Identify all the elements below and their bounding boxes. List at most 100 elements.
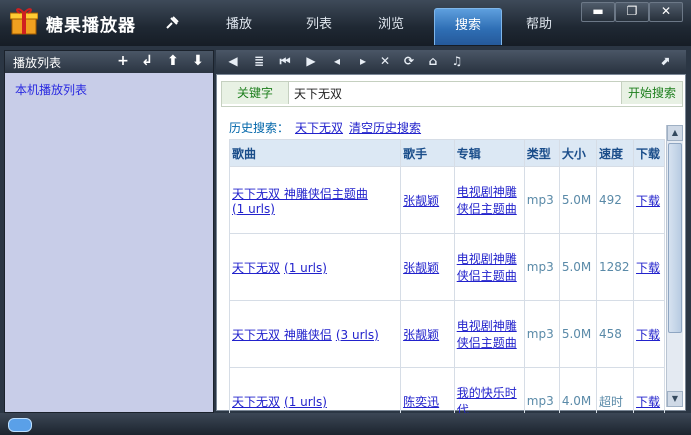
list-icon[interactable]: ≣ <box>250 52 268 70</box>
artist-cell: 张靓颖 <box>400 166 455 234</box>
song-cell: 天下无双 (1 urls) <box>228 233 402 301</box>
download-cell: 下载 <box>633 233 665 301</box>
song-link[interactable]: 天下无双 神雕侠侣 <box>232 328 332 342</box>
close-button[interactable]: ✕ <box>649 2 683 22</box>
playlist-panel: 播放列表 + ↲ ⬆ ⬇ 本机播放列表 <box>4 50 214 413</box>
app-title: 糖果播放器 <box>46 16 136 36</box>
list-item[interactable]: 本机播放列表 <box>15 81 87 98</box>
history-label: 历史搜索： <box>229 121 290 135</box>
urls-link[interactable]: (1 urls) <box>232 202 275 216</box>
tab-search[interactable]: 搜索 <box>434 8 502 45</box>
keyword-label: 关键字 <box>222 82 289 104</box>
down-arrow-icon[interactable]: ⬇ <box>190 53 206 69</box>
search-bar: 关键字 开始搜索 <box>221 81 683 107</box>
title-bar: 糖果播放器 播放 列表 浏览 搜索 帮助 ▬ ❐ ✕ <box>0 0 691 46</box>
restore-button[interactable]: ❐ <box>615 2 649 22</box>
gift-box-logo-icon <box>10 8 38 35</box>
urls-link[interactable]: (3 urls) <box>336 328 379 342</box>
urls-link[interactable]: (1 urls) <box>284 395 327 409</box>
loop-icon[interactable]: ↲ <box>139 53 155 69</box>
artist-link[interactable]: 张靓颖 <box>403 194 439 208</box>
artist-link[interactable]: 陈奕迅 <box>403 395 439 409</box>
download-link[interactable]: 下载 <box>636 328 660 342</box>
table-row: 天下无双 神雕侠侣主题曲 (1 urls) 张靓颖 电视剧神雕侠侣主题曲 mp3 … <box>228 166 665 234</box>
size-cell: 5.0M <box>558 233 597 301</box>
header-download[interactable]: 下载 <box>633 139 665 167</box>
delete-icon[interactable]: ✕ <box>376 52 394 70</box>
speed-cell: 458 <box>595 300 635 368</box>
header-type[interactable]: 类型 <box>523 139 560 167</box>
artist-cell: 张靓颖 <box>400 233 455 301</box>
scroll-thumb[interactable] <box>668 143 682 333</box>
table-row: 天下无双 (1 urls) 张靓颖 电视剧神雕侠侣主题曲 mp3 5.0M 128… <box>228 233 665 301</box>
download-link[interactable]: 下载 <box>636 395 660 409</box>
tab-list[interactable]: 列表 <box>290 8 348 44</box>
speed-cell: 1282 <box>595 233 635 301</box>
type-cell: mp3 <box>523 233 560 301</box>
results-table: 歌曲 歌手 专辑 类型 大小 速度 下载 天下无双 神雕侠侣主题曲 (1 urls… <box>228 139 665 435</box>
header-album[interactable]: 专辑 <box>453 139 525 167</box>
browser-toolbar: ◀ ≣ ⏮ ▶ ◂ ▸ ✕ ⟳ ⌂ ♫ ⬈ <box>216 50 686 72</box>
history-item[interactable]: 天下无双 <box>295 121 343 135</box>
download-link[interactable]: 下载 <box>636 261 660 275</box>
album-cell: 电视剧神雕侠侣主题曲 <box>453 300 525 368</box>
type-cell: mp3 <box>523 300 560 368</box>
urls-link[interactable]: (1 urls) <box>284 261 327 275</box>
size-cell: 5.0M <box>558 300 597 368</box>
search-content: 关键字 开始搜索 历史搜索：天下无双清空历史搜索 歌曲 歌手 专辑 类型 大小 … <box>216 74 686 435</box>
song-cell: 天下无双 神雕侠侣主题曲 (1 urls) <box>228 166 402 234</box>
music-note-icon[interactable]: ♫ <box>448 52 466 70</box>
song-link[interactable]: 天下无双 <box>232 261 280 275</box>
header-speed[interactable]: 速度 <box>595 139 635 167</box>
song-cell: 天下无双 神雕侠侣 (3 urls) <box>228 300 402 368</box>
table-row: 天下无双 神雕侠侣 (3 urls) 张靓颖 电视剧神雕侠侣主题曲 mp3 5.0… <box>228 300 665 368</box>
playlist-title: 播放列表 <box>13 56 62 70</box>
header-song[interactable]: 歌曲 <box>228 139 402 167</box>
tab-play[interactable]: 播放 <box>210 8 268 44</box>
playlist-header: 播放列表 + ↲ ⬆ ⬇ <box>5 51 213 73</box>
song-link[interactable]: 天下无双 神雕侠侣主题曲 <box>232 187 368 201</box>
up-arrow-icon[interactable]: ⬆ <box>165 53 181 69</box>
forward-icon[interactable]: ▸ <box>354 52 372 70</box>
scroll-down-icon[interactable]: ▼ <box>667 391 683 407</box>
app-window: 糖果播放器 播放 列表 浏览 搜索 帮助 ▬ ❐ ✕ 播放列表 + ↲ ⬆ ⬇ … <box>0 0 691 435</box>
vertical-scrollbar[interactable]: ▲ ▼ <box>666 125 683 407</box>
play-icon[interactable]: ▶ <box>302 52 320 70</box>
download-link[interactable]: 下载 <box>636 194 660 208</box>
header-size[interactable]: 大小 <box>558 139 597 167</box>
download-cell: 下载 <box>633 300 665 368</box>
start-search-button[interactable]: 开始搜索 <box>621 82 682 104</box>
tab-browse[interactable]: 浏览 <box>362 8 420 44</box>
scroll-up-icon[interactable]: ▲ <box>667 125 683 141</box>
tab-help[interactable]: 帮助 <box>510 8 568 44</box>
add-icon[interactable]: + <box>115 53 131 69</box>
table-header-row: 歌曲 歌手 专辑 类型 大小 速度 下载 <box>228 139 665 167</box>
album-link[interactable]: 电视剧神雕侠侣主题曲 <box>457 185 517 216</box>
search-history: 历史搜索： 天下无双 清空历史搜索 <box>229 119 421 136</box>
album-link[interactable]: 电视剧神雕侠侣主题曲 <box>457 252 517 283</box>
song-link[interactable]: 天下无双 <box>232 395 280 409</box>
minimize-button[interactable]: ▬ <box>581 2 615 22</box>
header-artist[interactable]: 歌手 <box>400 139 455 167</box>
collapse-icon[interactable]: ⬈ <box>656 52 674 70</box>
album-cell: 电视剧神雕侠侣主题曲 <box>453 166 525 234</box>
status-bar <box>0 413 691 435</box>
artist-cell: 张靓颖 <box>400 300 455 368</box>
back-icon[interactable]: ◀ <box>224 52 242 70</box>
pin-icon[interactable] <box>163 14 181 32</box>
home-icon[interactable]: ⌂ <box>424 52 442 70</box>
refresh-icon[interactable]: ⟳ <box>400 52 418 70</box>
clear-history-link[interactable]: 清空历史搜索 <box>349 121 421 135</box>
speed-cell: 492 <box>595 166 635 234</box>
download-cell: 下载 <box>633 166 665 234</box>
artist-link[interactable]: 张靓颖 <box>403 261 439 275</box>
prev-icon[interactable]: ⏮ <box>276 52 294 70</box>
search-input[interactable] <box>294 84 594 102</box>
type-cell: mp3 <box>523 166 560 234</box>
artist-link[interactable]: 张靓颖 <box>403 328 439 342</box>
rewind-icon[interactable]: ◂ <box>328 52 346 70</box>
status-indicator-icon[interactable] <box>8 418 32 432</box>
album-cell: 电视剧神雕侠侣主题曲 <box>453 233 525 301</box>
album-link[interactable]: 电视剧神雕侠侣主题曲 <box>457 319 517 350</box>
size-cell: 5.0M <box>558 166 597 234</box>
